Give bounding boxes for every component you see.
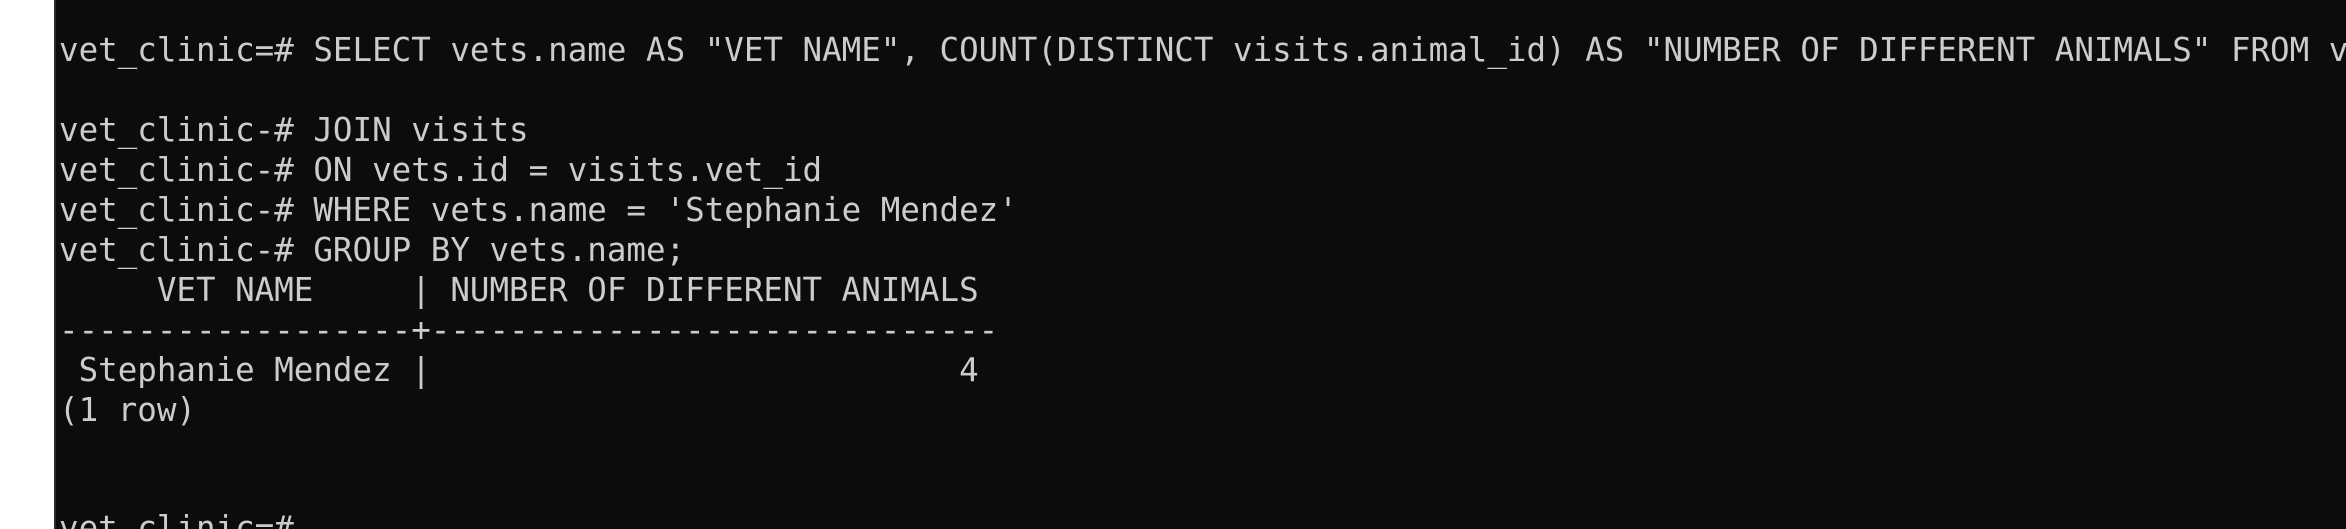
terminal-prompt[interactable]: vet_clinic=# (59, 508, 294, 529)
result-table-separator: ------------------+---------------------… (59, 311, 999, 349)
terminal-line-on: vet_clinic-# ON vets.id = visits.vet_id (59, 151, 823, 189)
terminal-window[interactable]: vet_clinic=# SELECT vets.name AS "VET NA… (56, 0, 2346, 529)
result-row-count: (1 row) (59, 391, 196, 429)
terminal-line-join: vet_clinic-# JOIN visits (59, 111, 529, 149)
result-table-row: Stephanie Mendez | 4 (59, 351, 979, 389)
terminal-line-where: vet_clinic-# WHERE vets.name = 'Stephani… (59, 191, 1018, 229)
result-table-header: VET NAME | NUMBER OF DIFFERENT ANIMALS (59, 271, 979, 309)
terminal-line-group-by: vet_clinic-# GROUP BY vets.name; (59, 231, 686, 269)
terminal-line-select: vet_clinic=# SELECT vets.name AS "VET NA… (59, 31, 2346, 69)
